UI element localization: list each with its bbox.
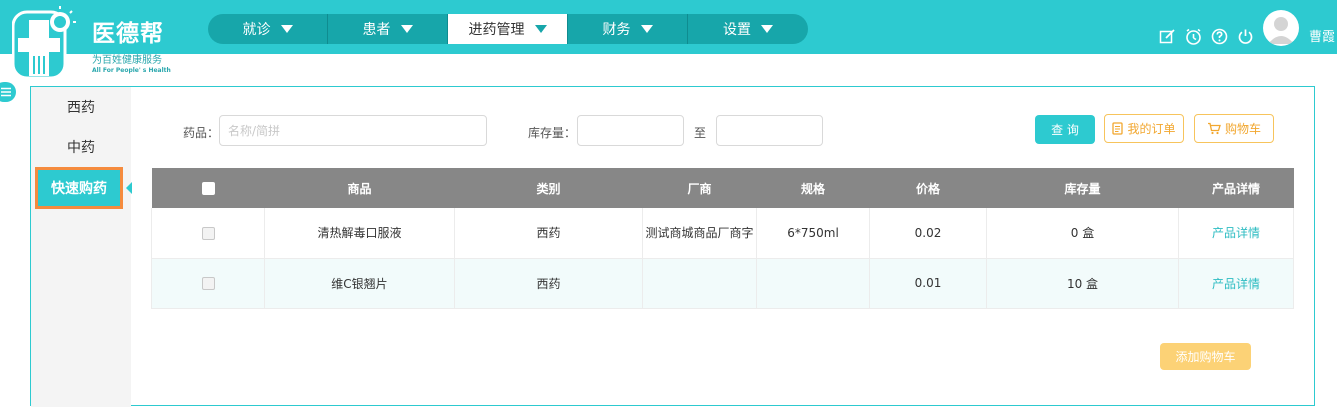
nav-item-label: 财务 [602,22,631,38]
select-all-cell [151,168,265,208]
brand-name: 医德帮 [92,21,164,47]
select-all-checkbox[interactable] [201,182,215,195]
sidebar-item-western-medicine[interactable]: 西药 [31,88,131,128]
category-cell: 西药 [454,208,643,259]
top-header: 医德帮 就诊 患者 进药管理 财务 设置 曹霞 [0,0,1337,78]
add-to-cart-button[interactable]: 添加购物车 [1160,343,1251,370]
nav-item-visit[interactable]: 就诊 [208,14,328,44]
product-name-cell: 维C银翘片 [264,258,455,309]
category-cell: 西药 [454,258,643,309]
username[interactable]: 曹霞 [1309,26,1335,45]
column-header: 产品详情 [1178,168,1294,208]
row-checkbox[interactable] [201,226,215,240]
avatar[interactable] [1263,10,1299,46]
caret-down-icon [761,25,773,33]
sidebar-item-chinese-medicine[interactable]: 中药 [31,128,131,168]
caret-down-icon [400,25,413,33]
table-header-row: 商品 类别 厂商 规格 价格 库存量 产品详情 [151,168,1294,208]
nav-item-patient[interactable]: 患者 [328,14,448,44]
stock-cell: 0 盒 [986,208,1179,259]
maker-cell: 测试商城商品厂商字 [642,208,757,259]
caret-down-icon [280,25,293,33]
nav-item-purchase[interactable]: 进药管理 [448,14,568,44]
product-detail-link[interactable]: 产品详情 [1212,277,1260,291]
clock-icon[interactable] [1184,27,1203,46]
drug-table: 商品 类别 厂商 规格 价格 库存量 产品详情 清热解毒口服液 西药 测试商城商… [151,168,1294,309]
nav-item-label: 就诊 [242,22,271,38]
help-icon[interactable] [1210,27,1229,46]
brand-logo [12,4,78,78]
cart-label: 购物车 [1224,122,1261,136]
stock-filter-label: 库存量： [528,126,577,140]
brand-slogan-en: All For People' s Health [92,67,171,74]
column-header: 厂商 [642,168,757,208]
my-orders-label: 我的订单 [1127,122,1176,136]
caret-down-icon [640,25,653,33]
product-name-cell: 清热解毒口服液 [264,208,455,259]
nav-item-label: 患者 [362,22,391,38]
stock-cell: 10 盒 [986,258,1179,309]
query-button[interactable]: 查 询 [1035,115,1095,144]
column-header: 库存量 [986,168,1179,208]
maker-cell [642,258,757,309]
price-cell: 0.01 [869,258,987,309]
power-icon[interactable] [1236,27,1255,46]
nav-item-label: 进药管理 [468,22,525,38]
detail-cell: 产品详情 [1178,258,1294,309]
column-header: 商品 [264,168,455,208]
header-actions [1158,27,1255,46]
nav-item-label: 设置 [723,22,751,38]
table-row: 清热解毒口服液 西药 测试商城商品厂商字 6*750ml 0.02 0 盒 产品… [151,208,1294,259]
column-header: 规格 [756,168,870,208]
drug-search-input[interactable] [219,115,487,146]
sidebar-item-quick-purchase[interactable]: 快速购药 [35,167,123,209]
sidebar-toggle-menu-icon[interactable] [0,82,16,102]
category-sidebar: 西药 中药 快速购药 [31,87,131,407]
content-panel: 西药 中药 快速购药 药品： 库存量： 至 查 询 我的订单 购物车 商品 类别… [30,86,1315,407]
stock-max-input[interactable] [716,115,823,146]
row-select-cell [151,208,265,259]
nav-item-finance[interactable]: 财务 [568,14,688,44]
edit-icon[interactable] [1158,27,1177,46]
cart-icon [1207,122,1221,135]
document-icon [1112,122,1124,135]
brand-slogan: 为百姓健康服务 [92,55,162,66]
price-cell: 0.02 [869,208,987,259]
spec-cell [756,258,870,309]
stock-range-separator: 至 [694,126,707,140]
my-orders-button[interactable]: 我的订单 [1104,114,1184,143]
main-nav: 就诊 患者 进药管理 财务 设置 [208,14,808,44]
column-header: 类别 [454,168,643,208]
spec-cell: 6*750ml [756,208,870,259]
active-caret-icon [126,182,132,194]
column-header: 价格 [869,168,987,208]
product-detail-link[interactable]: 产品详情 [1212,226,1260,240]
caret-down-icon [534,25,547,33]
nav-item-settings[interactable]: 设置 [688,14,808,44]
drug-filter-label: 药品： [183,126,220,140]
row-checkbox[interactable] [201,277,215,290]
row-select-cell [151,258,265,309]
table-row: 维C银翘片 西药 0.01 10 盒 产品详情 [151,258,1294,309]
cart-button[interactable]: 购物车 [1194,114,1274,143]
stock-min-input[interactable] [577,115,684,146]
detail-cell: 产品详情 [1178,208,1294,259]
